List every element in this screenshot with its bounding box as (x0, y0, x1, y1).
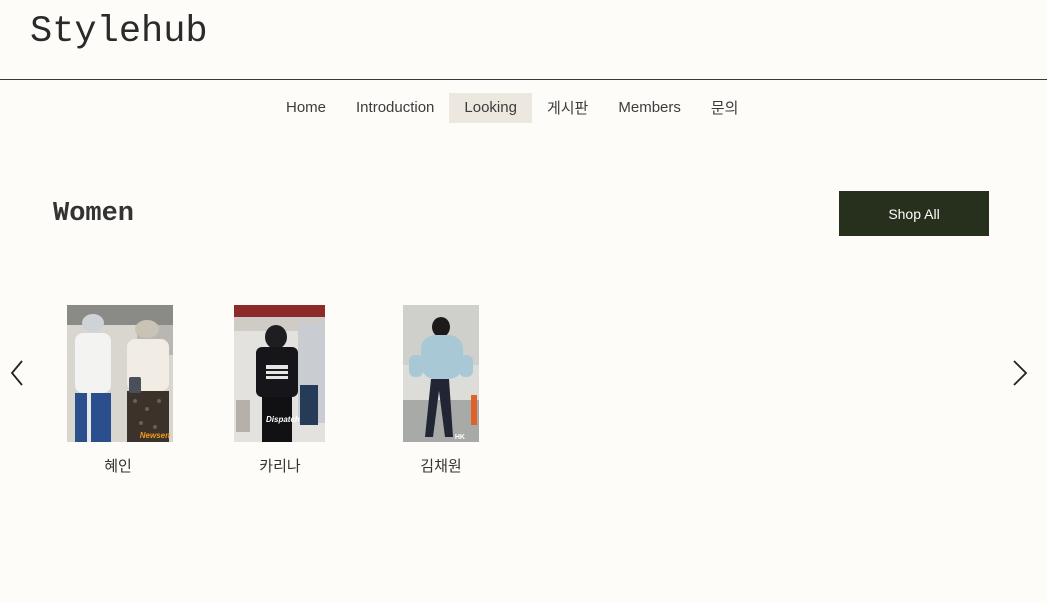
product-name[interactable]: 카리나 (220, 455, 340, 476)
site-header: Stylehub (0, 0, 1047, 80)
product-image[interactable]: Newsen (67, 305, 173, 442)
photo-watermark: HK (454, 434, 465, 441)
nav-inquiry[interactable]: 문의 (696, 93, 754, 123)
nav-board[interactable]: 게시판 (532, 93, 603, 123)
nav-looking[interactable]: Looking (449, 93, 532, 123)
product-image[interactable]: HK (403, 305, 479, 442)
photo-watermark: Dispatch (266, 415, 300, 424)
chevron-left-icon (10, 360, 23, 386)
shop-all-button[interactable]: Shop All (839, 191, 989, 236)
nav-home[interactable]: Home (271, 93, 341, 123)
chevron-right-icon (1013, 360, 1028, 386)
page: Stylehub Home Introduction Looking 게시판 M… (0, 0, 1047, 603)
product-name[interactable]: 김채원 (381, 455, 501, 476)
main-nav: Home Introduction Looking 게시판 Members 문의 (271, 93, 753, 123)
product-name[interactable]: 혜인 (58, 455, 178, 476)
nav-members[interactable]: Members (603, 93, 696, 123)
photo-watermark: Newsen (139, 431, 170, 440)
carousel-prev-button[interactable] (8, 359, 28, 387)
section-title: Women (53, 199, 135, 229)
nav-introduction[interactable]: Introduction (341, 93, 449, 123)
site-logo[interactable]: Stylehub (30, 10, 208, 54)
product-image[interactable]: Dispatch (234, 305, 325, 442)
carousel-next-button[interactable] (1010, 359, 1030, 387)
